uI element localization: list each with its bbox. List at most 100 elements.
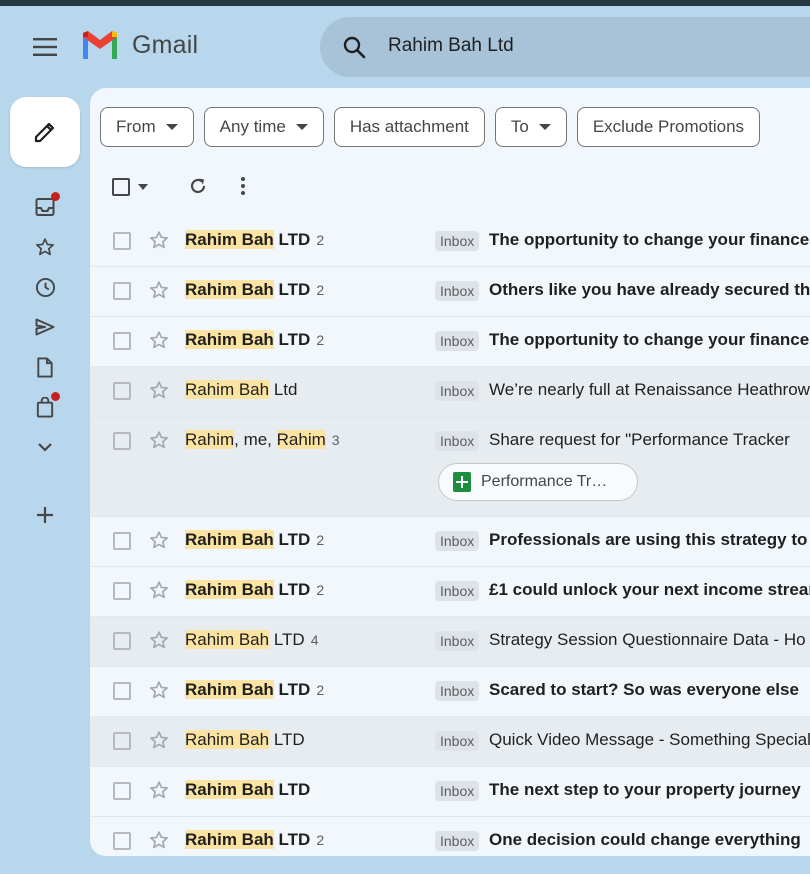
email-row[interactable]: Rahim Bah LTD 2 Inbox The opportunity to … — [90, 217, 810, 267]
inbox-label-badge[interactable]: Inbox — [435, 581, 480, 601]
search-input[interactable] — [388, 35, 788, 57]
mail-panel: From Any time Has attachment To Exclude … — [90, 88, 810, 856]
sender-rest: Ltd — [269, 380, 298, 399]
nav-snoozed[interactable] — [30, 272, 60, 302]
sender-rest: LTD — [269, 630, 305, 649]
search-highlight: Rahim Bah — [185, 280, 274, 299]
star-icon[interactable] — [149, 330, 169, 350]
sender-rest: LTD — [273, 830, 311, 849]
row-checkbox[interactable] — [113, 432, 131, 450]
send-icon — [35, 318, 55, 336]
email-list: Rahim Bah LTD 2 Inbox The opportunity to … — [90, 217, 810, 856]
filter-has-attachment[interactable]: Has attachment — [333, 107, 485, 147]
star-icon[interactable] — [149, 230, 169, 250]
inbox-label-badge[interactable]: Inbox — [435, 731, 480, 751]
star-icon[interactable] — [149, 830, 169, 850]
row-checkbox[interactable] — [113, 582, 131, 600]
nav-drafts[interactable] — [30, 352, 60, 382]
email-row[interactable]: Rahim Bah LTD 2 Inbox Professionals are u… — [90, 517, 810, 567]
row-checkbox[interactable] — [113, 832, 131, 850]
star-icon[interactable] — [149, 380, 169, 400]
thread-count: 2 — [316, 682, 325, 698]
row-checkbox[interactable] — [113, 782, 131, 800]
star-icon[interactable] — [149, 630, 169, 650]
email-row[interactable]: Rahim Bah LTD Inbox The next step to you… — [90, 767, 810, 817]
refresh-button[interactable] — [188, 176, 208, 196]
inbox-label-badge[interactable]: Inbox — [435, 631, 480, 651]
inbox-label-badge[interactable]: Inbox — [435, 231, 480, 251]
star-icon[interactable] — [149, 280, 169, 300]
thread-count: 2 — [316, 832, 325, 848]
select-all-checkbox[interactable] — [112, 178, 148, 196]
email-row[interactable]: Rahim Bah LTD 2 Inbox £1 could unlock you… — [90, 567, 810, 617]
inbox-label-badge[interactable]: Inbox — [435, 781, 480, 801]
star-icon[interactable] — [149, 580, 169, 600]
main-menu-button[interactable] — [26, 32, 64, 62]
nav-starred[interactable] — [30, 232, 60, 262]
email-row[interactable]: Rahim Bah LTD 4 Inbox Strategy Session Qu… — [90, 617, 810, 667]
compose-button[interactable] — [10, 97, 80, 167]
notification-dot — [51, 392, 60, 401]
inbox-label-badge[interactable]: Inbox — [435, 281, 480, 301]
row-checkbox[interactable] — [113, 382, 131, 400]
nav-more[interactable] — [30, 432, 60, 462]
thread-count: 2 — [316, 332, 325, 348]
left-rail — [0, 88, 90, 874]
chevron-down-icon[interactable] — [138, 184, 148, 190]
thread-count: 2 — [316, 232, 325, 248]
nav-inbox[interactable] — [30, 192, 60, 222]
search-icon[interactable] — [342, 35, 366, 59]
email-row[interactable]: Rahim Bah Ltd Inbox We’re nearly full at… — [90, 367, 810, 417]
star-icon[interactable] — [149, 680, 169, 700]
checkbox-icon — [112, 178, 130, 196]
inbox-label-badge[interactable]: Inbox — [435, 531, 480, 551]
row-checkbox[interactable] — [113, 282, 131, 300]
gmail-logo[interactable]: Gmail — [80, 30, 198, 60]
menu-icon — [33, 38, 57, 56]
email-row[interactable]: Rahim, me, Rahim 3 Inbox Share request fo… — [90, 417, 810, 517]
more-options-button[interactable] — [240, 176, 246, 196]
star-icon[interactable] — [149, 730, 169, 750]
search-highlight: Rahim Bah — [185, 580, 274, 599]
nav-purchases[interactable] — [30, 392, 60, 422]
inbox-label-badge[interactable]: Inbox — [435, 381, 480, 401]
row-checkbox[interactable] — [113, 532, 131, 550]
row-checkbox[interactable] — [113, 682, 131, 700]
email-row[interactable]: Rahim Bah LTD 2 Inbox Others like you hav… — [90, 267, 810, 317]
plus-icon — [37, 507, 53, 523]
google-sheets-icon — [453, 472, 471, 492]
thread-count: 2 — [316, 282, 325, 298]
search-highlight: Rahim Bah — [185, 530, 274, 549]
filter-to[interactable]: To — [494, 107, 567, 147]
filter-any-time[interactable]: Any time — [203, 107, 324, 147]
row-checkbox[interactable] — [113, 732, 131, 750]
thread-count: 3 — [331, 432, 340, 448]
search-highlight: Rahim Bah — [185, 230, 274, 249]
inbox-label-badge[interactable]: Inbox — [435, 331, 480, 351]
row-checkbox[interactable] — [113, 632, 131, 650]
app-header: Gmail — [0, 6, 810, 88]
email-row[interactable]: Rahim Bah LTD Inbox Quick Video Message … — [90, 717, 810, 767]
search-filter-chips: From Any time Has attachment To Exclude … — [100, 107, 761, 147]
star-icon[interactable] — [149, 430, 169, 450]
star-icon[interactable] — [149, 780, 169, 800]
email-row[interactable]: Rahim Bah LTD 2 Inbox Scared to start? So… — [90, 667, 810, 717]
star-icon[interactable] — [149, 530, 169, 550]
inbox-label-badge[interactable]: Inbox — [435, 831, 480, 851]
email-row[interactable]: Rahim Bah LTD 2 Inbox One decision could … — [90, 817, 810, 856]
filter-exclude-promotions[interactable]: Exclude Promotions — [576, 107, 761, 147]
row-checkbox[interactable] — [113, 232, 131, 250]
gmail-m-icon — [83, 31, 117, 59]
attachment-chip[interactable]: Performance Tr… — [438, 463, 638, 501]
thread-count: 4 — [310, 632, 319, 648]
inbox-label-badge[interactable]: Inbox — [435, 681, 480, 701]
search-bar[interactable] — [320, 17, 810, 77]
nav-create-label[interactable] — [30, 500, 60, 530]
sender-rest: LTD — [273, 280, 311, 299]
nav-sent[interactable] — [30, 312, 60, 342]
row-checkbox[interactable] — [113, 332, 131, 350]
email-row[interactable]: Rahim Bah LTD 2 Inbox The opportunity to … — [90, 317, 810, 367]
search-highlight: Rahim — [276, 430, 326, 449]
filter-from[interactable]: From — [100, 107, 194, 147]
inbox-label-badge[interactable]: Inbox — [435, 431, 480, 451]
